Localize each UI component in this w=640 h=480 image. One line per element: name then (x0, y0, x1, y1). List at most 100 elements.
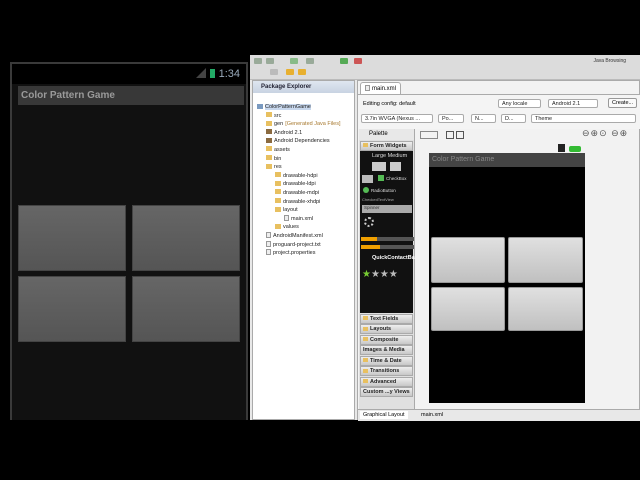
widget-quickcontactbadge[interactable]: QuickContactBa (372, 255, 415, 261)
layout-toggle-icon[interactable] (420, 131, 438, 139)
folder-icon (363, 337, 368, 341)
color-button-4[interactable] (132, 276, 240, 342)
palette-category[interactable]: Transitions (360, 366, 413, 376)
config-label-text: Editing config: (363, 101, 398, 107)
search-icon[interactable] (298, 69, 306, 75)
battery-icon (209, 69, 215, 78)
palette-category[interactable]: Layouts (360, 324, 413, 334)
preview-button-3[interactable] (431, 287, 505, 331)
widget-seekbar[interactable] (361, 245, 414, 249)
widget-small-button[interactable] (390, 162, 401, 171)
debug-icon[interactable] (290, 58, 298, 64)
category-label: Composite (370, 336, 399, 343)
color-button-2[interactable] (132, 205, 240, 271)
folder-icon (363, 143, 368, 147)
color-button-1[interactable] (18, 205, 126, 271)
tree-item[interactable]: drawable-hdpi (253, 172, 354, 181)
signal-icon (195, 68, 206, 78)
widget-radiobutton[interactable]: RadioButton (371, 188, 396, 193)
widget-ratingbar[interactable]: ★★★★ (360, 269, 413, 313)
file-icon (266, 231, 271, 238)
device-select[interactable]: 3.7in WVGA (Nexus ... (361, 114, 433, 123)
run-config-icon[interactable] (340, 58, 348, 64)
widget-progress-large[interactable] (364, 217, 374, 227)
android-emulator: 1:34 Color Pattern Game (10, 62, 248, 420)
tree-item[interactable]: main.xml (253, 214, 354, 224)
tree-item[interactable]: bin (253, 155, 354, 164)
widget-button[interactable] (372, 162, 386, 171)
tree-item[interactable]: gen [Generated Java Files] (253, 120, 354, 129)
target-select[interactable]: Android 2.1 (548, 99, 598, 108)
tree-item[interactable]: assets (253, 146, 354, 155)
save-icon[interactable] (266, 58, 274, 64)
widget-checkbox[interactable]: CheckBox (386, 176, 407, 181)
run-icon[interactable] (306, 58, 314, 64)
tree-item[interactable]: Android 2.1 (253, 129, 354, 138)
new-icon[interactable] (254, 58, 262, 64)
palette-category[interactable]: Time & Date (360, 355, 413, 366)
nav-back-icon[interactable] (270, 69, 278, 75)
tree-item[interactable]: drawable-ldpi (253, 180, 354, 189)
palette-category[interactable]: Advanced (360, 376, 413, 387)
palette-header: Palette (359, 129, 414, 140)
tree-item[interactable]: AndroidManifest.xml (253, 231, 354, 241)
config-bar: Editing config: default Any locale Andro… (358, 94, 640, 129)
preview-button-2[interactable] (508, 237, 583, 283)
widget-toggle[interactable] (362, 175, 373, 183)
color-button-3[interactable] (18, 276, 126, 342)
signal-icon (558, 144, 565, 152)
open-type-icon[interactable] (286, 69, 294, 75)
layout-editor: main.xml Editing config: default Any loc… (357, 80, 640, 421)
tree-item[interactable]: project.properties (253, 249, 354, 258)
tree-item[interactable]: values (253, 223, 354, 232)
tree-item[interactable]: layout (253, 206, 354, 215)
dock-select[interactable]: N... (471, 114, 496, 123)
zoom-controls-icon[interactable]: ⊖⊕⊙ ⊖⊕ (582, 128, 628, 139)
package-explorer-tab[interactable]: Package Explorer (253, 81, 354, 93)
star-icon: ★★★ (370, 269, 398, 280)
create-button[interactable]: Create... (608, 98, 638, 108)
tree-item[interactable]: ColorPatternGame (253, 103, 354, 112)
tab-label: main.xml (372, 86, 397, 92)
locale-select[interactable]: Any locale (498, 99, 541, 108)
preview-button-1[interactable] (431, 237, 505, 283)
category-label: Time & Date (370, 357, 402, 364)
palette-category[interactable]: Text Fields (360, 313, 413, 324)
xml-file-icon (365, 85, 370, 91)
perspective-java-browsing[interactable]: Java Browsing (593, 58, 626, 64)
widget-textviews[interactable]: Large Medium (372, 153, 407, 159)
tree-item-label: drawable-xhdpi (283, 198, 321, 205)
folder-icon (266, 146, 272, 152)
tab-graphical-layout[interactable]: Graphical Layout (360, 411, 408, 419)
theme-select[interactable]: Theme (531, 114, 636, 123)
folder-icon (275, 180, 281, 186)
preview-button-4[interactable] (508, 287, 583, 331)
widget-progressbar[interactable] (361, 237, 414, 241)
fill-width-icon[interactable] (446, 131, 454, 139)
palette-categories: Text Fields Layouts Composite Images & Medi… (359, 313, 414, 397)
tab-xml-source[interactable]: main.xml (418, 411, 446, 419)
widget-spinner[interactable]: Spinner (362, 205, 412, 213)
palette-category[interactable]: Custom ...y Views (360, 387, 413, 397)
tree-item[interactable]: src (253, 112, 354, 121)
tree-item[interactable]: proguard-project.txt (253, 240, 354, 250)
tree-item-label: gen (274, 121, 284, 128)
external-tools-icon[interactable] (354, 58, 362, 64)
palette-category-form-widgets[interactable]: Form Widgets (360, 140, 413, 151)
category-label: Advanced (370, 378, 397, 385)
orientation-select[interactable]: Po... (438, 114, 464, 123)
tree-item[interactable]: drawable-xhdpi (253, 198, 354, 207)
tree-item[interactable]: res (253, 163, 354, 172)
folder-icon (275, 206, 281, 212)
widget-checkedtextview[interactable]: CheckedTextView (362, 197, 394, 202)
palette-category[interactable]: Composite (360, 334, 413, 345)
tree-item[interactable]: Android Dependencies (253, 137, 354, 146)
tab-main-xml[interactable]: main.xml (360, 82, 402, 94)
tree-item[interactable]: drawable-mdpi (253, 189, 354, 198)
folder-icon (363, 358, 368, 362)
fill-height-icon[interactable] (456, 131, 464, 139)
app-title-bar: Color Pattern Game (18, 86, 244, 105)
tree-item-label: drawable-hdpi (283, 172, 318, 179)
palette-category[interactable]: Images & Media (360, 345, 413, 355)
night-select[interactable]: D... (501, 114, 526, 123)
